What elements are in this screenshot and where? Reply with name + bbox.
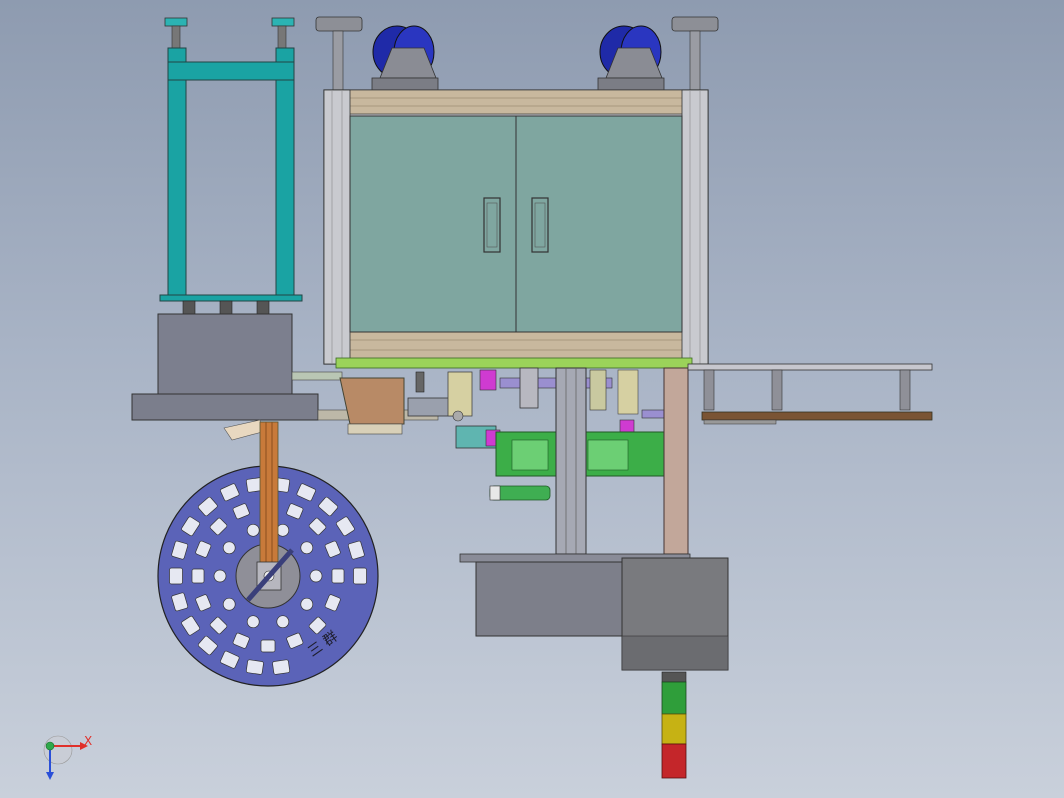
reel-pocket	[213, 569, 227, 583]
top-levelling-foot-right	[671, 16, 719, 92]
reel-pocket	[246, 523, 260, 537]
material-reel[interactable]: 三 群	[157, 421, 379, 687]
reel-pocket	[222, 597, 236, 611]
x-axis-label: X	[84, 734, 92, 748]
caster-right	[597, 25, 665, 91]
signal-tower-light	[661, 671, 687, 779]
right-conveyor-shelf[interactable]	[687, 363, 933, 425]
reel-pocket	[276, 523, 290, 537]
reel-pocket	[300, 541, 314, 555]
control-box[interactable]	[621, 557, 729, 671]
reel-pocket	[246, 615, 260, 629]
transfer-mechanism[interactable]	[339, 367, 689, 555]
reel-pocket	[260, 639, 276, 653]
reel-pocket	[331, 568, 345, 584]
cabinet-door-right[interactable]	[515, 115, 683, 333]
reel-pocket	[309, 569, 323, 583]
reel-pocket	[276, 615, 290, 629]
reel-pocket	[353, 567, 367, 585]
reel-pocket	[272, 659, 291, 675]
reel-pocket	[191, 568, 205, 584]
teal-lift-frame[interactable]	[159, 17, 303, 316]
axis-triad: X	[43, 734, 92, 780]
reel-pocket	[245, 659, 264, 675]
reel-pocket	[222, 541, 236, 555]
reel-pocket	[169, 567, 183, 585]
cad-viewport[interactable]: 三 群 X	[0, 0, 1064, 798]
cabinet-door-left[interactable]	[349, 115, 517, 333]
main-cabinet[interactable]	[323, 89, 709, 369]
top-levelling-foot-left	[315, 16, 363, 92]
caster-left	[371, 25, 439, 91]
reel-pocket	[300, 597, 314, 611]
y-axis-dot	[45, 741, 55, 751]
